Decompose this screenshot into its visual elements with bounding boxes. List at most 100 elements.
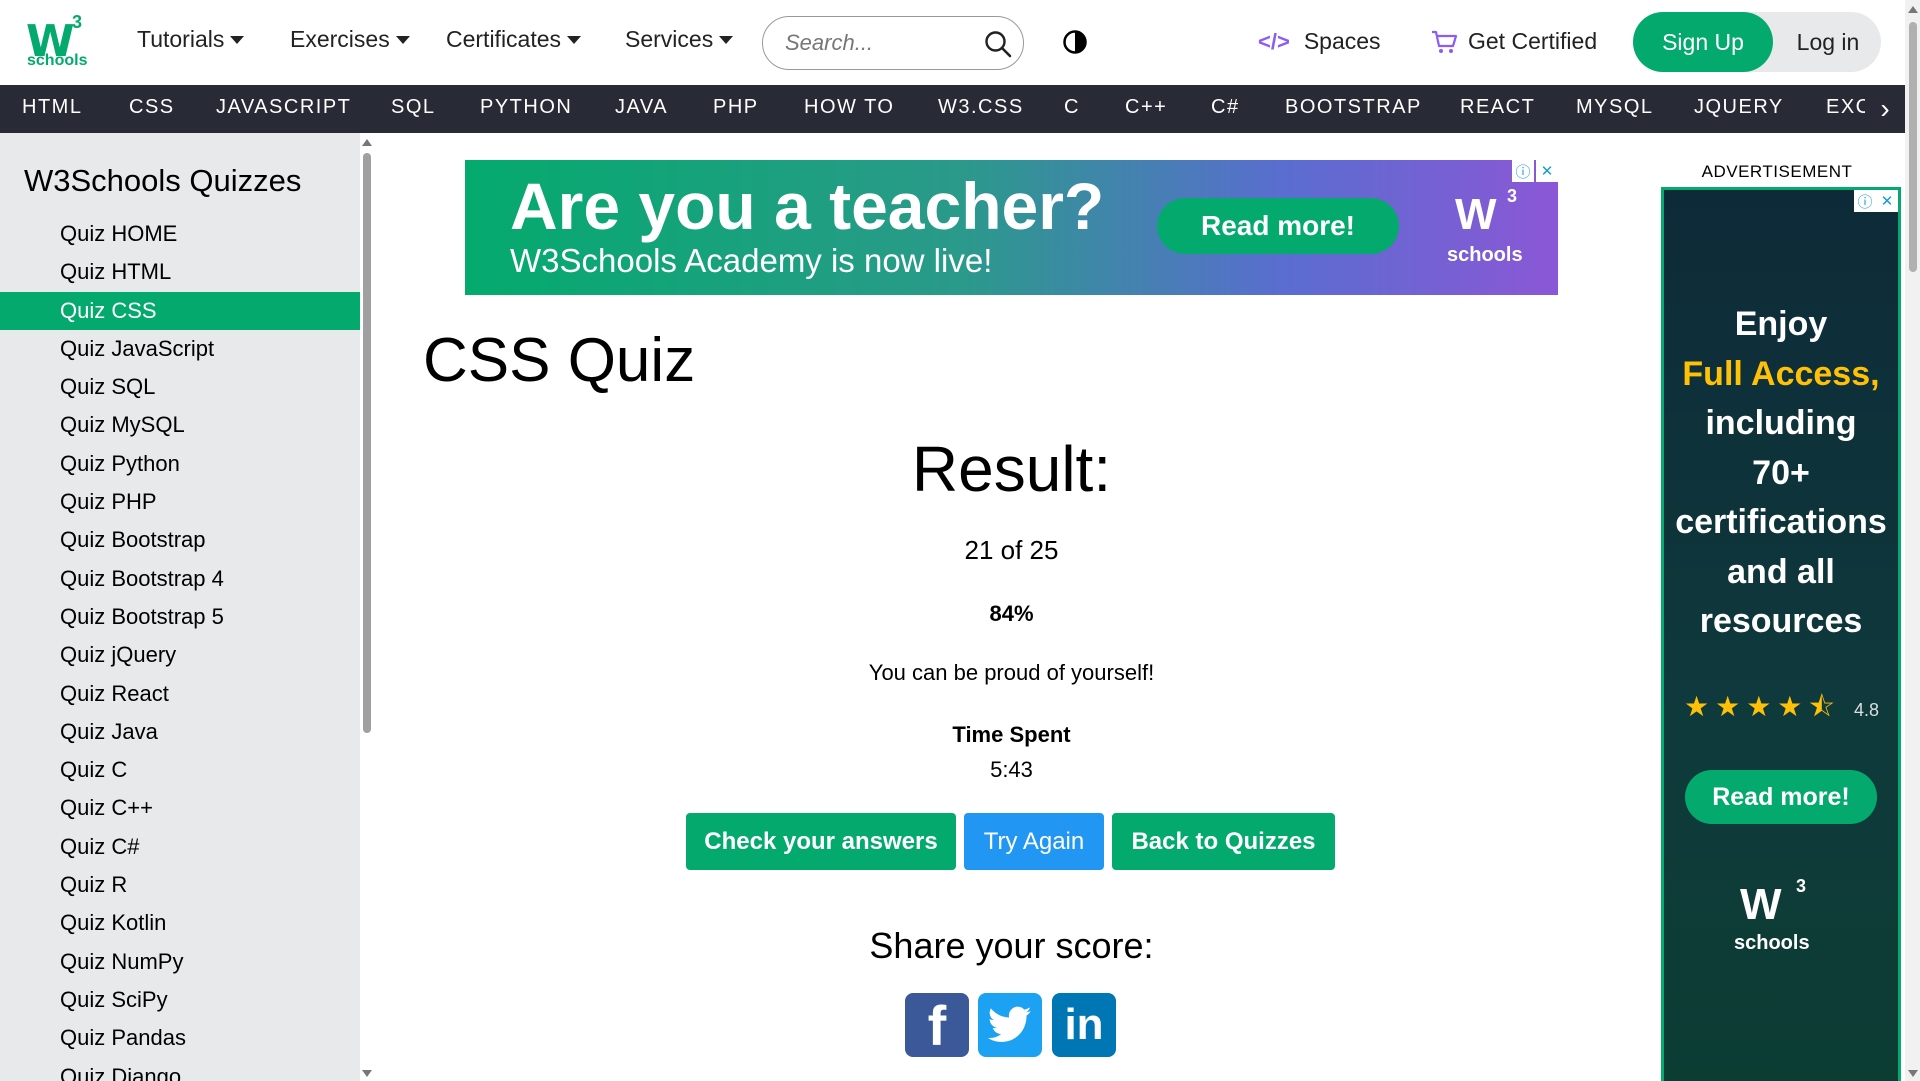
topic-php[interactable]: PHP [713,96,759,119]
twitter-icon[interactable] [978,993,1042,1057]
sidebar-item-quiz-c[interactable]: Quiz C [0,751,360,789]
scroll-up-icon[interactable] [362,139,372,146]
sidebar-item-quiz-kotlin[interactable]: Quiz Kotlin [0,904,360,942]
sidebar-item-quiz-php[interactable]: Quiz PHP [0,483,360,521]
quiz-sidebar: W3Schools Quizzes Quiz HOME Quiz HTML Qu… [0,133,360,1081]
topic-java[interactable]: JAVA [615,96,668,119]
sidebar-item-quiz-bootstrap[interactable]: Quiz Bootstrap [0,521,360,559]
ad-info-icon[interactable]: ⓘ [1512,160,1534,182]
back-to-quizzes-button[interactable]: Back to Quizzes [1112,813,1335,870]
nav-tutorials[interactable]: Tutorials [137,26,245,53]
side-ad-close-icon[interactable]: ✕ [1876,190,1898,212]
side-ad-highlight: Full Access, [1682,354,1880,393]
topic-html[interactable]: HTML [22,96,82,119]
try-again-button[interactable]: Try Again [964,813,1104,870]
topic-react[interactable]: REACT [1460,96,1535,119]
w3schools-logo[interactable]: W 3 schools [22,12,92,72]
sidebar-item-quiz-react[interactable]: Quiz React [0,675,360,713]
check-answers-button[interactable]: Check your answers [686,813,956,870]
sidebar-item-quiz-java[interactable]: Quiz Java [0,713,360,751]
side-ad-read-more-button[interactable]: Read more! [1685,770,1877,824]
topic-mysql[interactable]: MYSQL [1576,96,1654,119]
sidebar-item-quiz-numpy[interactable]: Quiz NumPy [0,943,360,981]
topic-w3css[interactable]: W3.CSS [938,96,1024,119]
search-icon[interactable] [983,29,1013,59]
auth-group: Sign Up Log in [1633,12,1881,72]
topic-bootstrap[interactable]: BOOTSTRAP [1285,96,1422,119]
topic-cpp[interactable]: C++ [1125,96,1167,119]
side-ad-logo-mark: W [1740,880,1781,929]
topic-jquery[interactable]: JQUERY [1694,96,1784,119]
nav-services[interactable]: Services [625,26,734,53]
side-ad-logo-superscript: 3 [1796,876,1807,896]
sidebar-item-quiz-mysql[interactable]: Quiz MySQL [0,406,360,444]
ad-close-icon[interactable]: ✕ [1536,160,1558,182]
topic-c[interactable]: C [1064,96,1080,119]
sidebar-item-quiz-css[interactable]: Quiz CSS [0,291,360,330]
full-access-side-ad[interactable]: ⓘ ✕ Enjoy Full Access, including 70+ cer… [1661,187,1901,1081]
search-input[interactable] [785,27,965,59]
sidebar-item-quiz-html[interactable]: Quiz HTML [0,253,360,291]
topic-css[interactable]: CSS [129,96,175,119]
log-in-button[interactable]: Log in [1783,12,1873,72]
advertisement-label: ADVERTISEMENT [1701,162,1853,181]
topic-python[interactable]: PYTHON [480,96,572,119]
sidebar-item-quiz-jquery[interactable]: Quiz jQuery [0,636,360,674]
chevron-right-icon[interactable]: › [1865,85,1905,133]
sidebar-item-quiz-bootstrap-4[interactable]: Quiz Bootstrap 4 [0,560,360,598]
share-score-heading: Share your score: [869,925,1154,966]
sidebar-item-quiz-sql[interactable]: Quiz SQL [0,368,360,406]
sidebar-item-quiz-r[interactable]: Quiz R [0,866,360,904]
sidebar-item-quiz-cpp[interactable]: Quiz C++ [0,789,360,827]
banner-subline: W3Schools Academy is now live! [510,242,993,279]
side-ad-line: resources [1699,602,1863,640]
scroll-down-icon[interactable] [1908,1070,1918,1077]
sidebar-item-quiz-scipy[interactable]: Quiz SciPy [0,981,360,1019]
page-scrollbar[interactable] [1905,0,1920,1081]
nav-certificates-label: Certificates [446,26,562,52]
caret-down-icon [719,35,734,44]
result-heading: Result: [911,433,1112,505]
topic-sql[interactable]: SQL [391,96,436,119]
side-ad-info-icon[interactable]: ⓘ [1854,190,1876,212]
sidebar-item-quiz-bootstrap-5[interactable]: Quiz Bootstrap 5 [0,598,360,636]
facebook-icon[interactable]: f [905,993,969,1057]
topic-javascript[interactable]: JAVASCRIPT [216,96,351,119]
sidebar-item-quiz-django[interactable]: Quiz Django [0,1058,360,1081]
time-spent-value: 5:43 [990,757,1033,782]
nav-certificates[interactable]: Certificates [446,26,582,53]
sidebar-scrollbar[interactable] [360,133,374,1081]
sign-up-button[interactable]: Sign Up [1633,12,1773,72]
sidebar-title: W3Schools Quizzes [24,163,302,198]
twitter-bird-icon [988,1006,1032,1042]
scroll-up-icon[interactable] [1908,6,1918,13]
sidebar-item-quiz-pandas[interactable]: Quiz Pandas [0,1019,360,1057]
sidebar-scroll-thumb[interactable] [363,153,371,733]
banner-read-more-button[interactable]: Read more! [1157,198,1399,254]
scroll-down-icon[interactable] [362,1070,372,1077]
side-ad-line: Enjoy [1734,305,1828,343]
topic-how-to[interactable]: HOW TO [804,96,894,119]
sidebar-item-quiz-javascript[interactable]: Quiz JavaScript [0,330,360,368]
caret-down-icon [395,35,410,44]
topic-csharp[interactable]: C# [1211,96,1240,119]
spaces-link[interactable]: </> Spaces [1258,28,1381,55]
sidebar-item-quiz-csharp[interactable]: Quiz C# [0,828,360,866]
get-certified-link[interactable]: Get Certified [1430,28,1597,55]
linkedin-icon[interactable]: in [1052,993,1116,1057]
side-ad-copy: Enjoy Full Access, including 70+ certifi… [1664,300,1898,647]
top-header: W 3 schools Tutorials Exercises Certific… [0,0,1920,85]
sidebar-item-quiz-python[interactable]: Quiz Python [0,445,360,483]
logo-wordmark: schools [27,52,88,69]
logo-superscript: 3 [72,12,83,32]
time-spent-label: Time Spent [952,722,1071,747]
contrast-toggle-icon[interactable] [1062,29,1088,55]
sidebar-item-quiz-home[interactable]: Quiz HOME [0,215,360,253]
side-ad-line: certifications [1675,503,1887,541]
teacher-banner-ad[interactable]: Are you a teacher? W3Schools Academy is … [465,160,1558,295]
star-icons: ★★★★⯪ [1684,690,1841,723]
nav-exercises[interactable]: Exercises [290,26,410,53]
nav-services-label: Services [625,26,714,52]
banner-logo-mark: W [1455,190,1496,239]
page-scroll-thumb[interactable] [1909,22,1917,272]
